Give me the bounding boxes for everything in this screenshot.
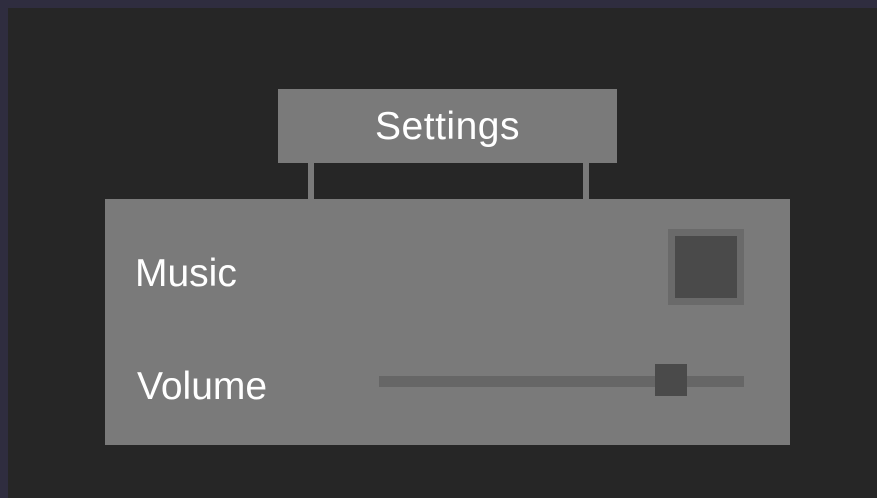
settings-panel: Music Volume: [105, 199, 790, 445]
volume-slider[interactable]: [379, 361, 744, 401]
title-connector-left: [308, 163, 314, 199]
title-connector-right: [583, 163, 589, 199]
volume-label: Volume: [137, 365, 268, 408]
music-checkbox[interactable]: [668, 229, 744, 305]
volume-slider-handle[interactable]: [655, 364, 687, 396]
settings-title-panel: Settings: [278, 89, 617, 163]
settings-title: Settings: [375, 104, 520, 148]
volume-slider-track[interactable]: [379, 376, 744, 387]
game-viewport: Settings Music Volume: [8, 8, 877, 498]
music-label: Music: [135, 252, 237, 295]
music-checkbox-box: [675, 236, 737, 298]
